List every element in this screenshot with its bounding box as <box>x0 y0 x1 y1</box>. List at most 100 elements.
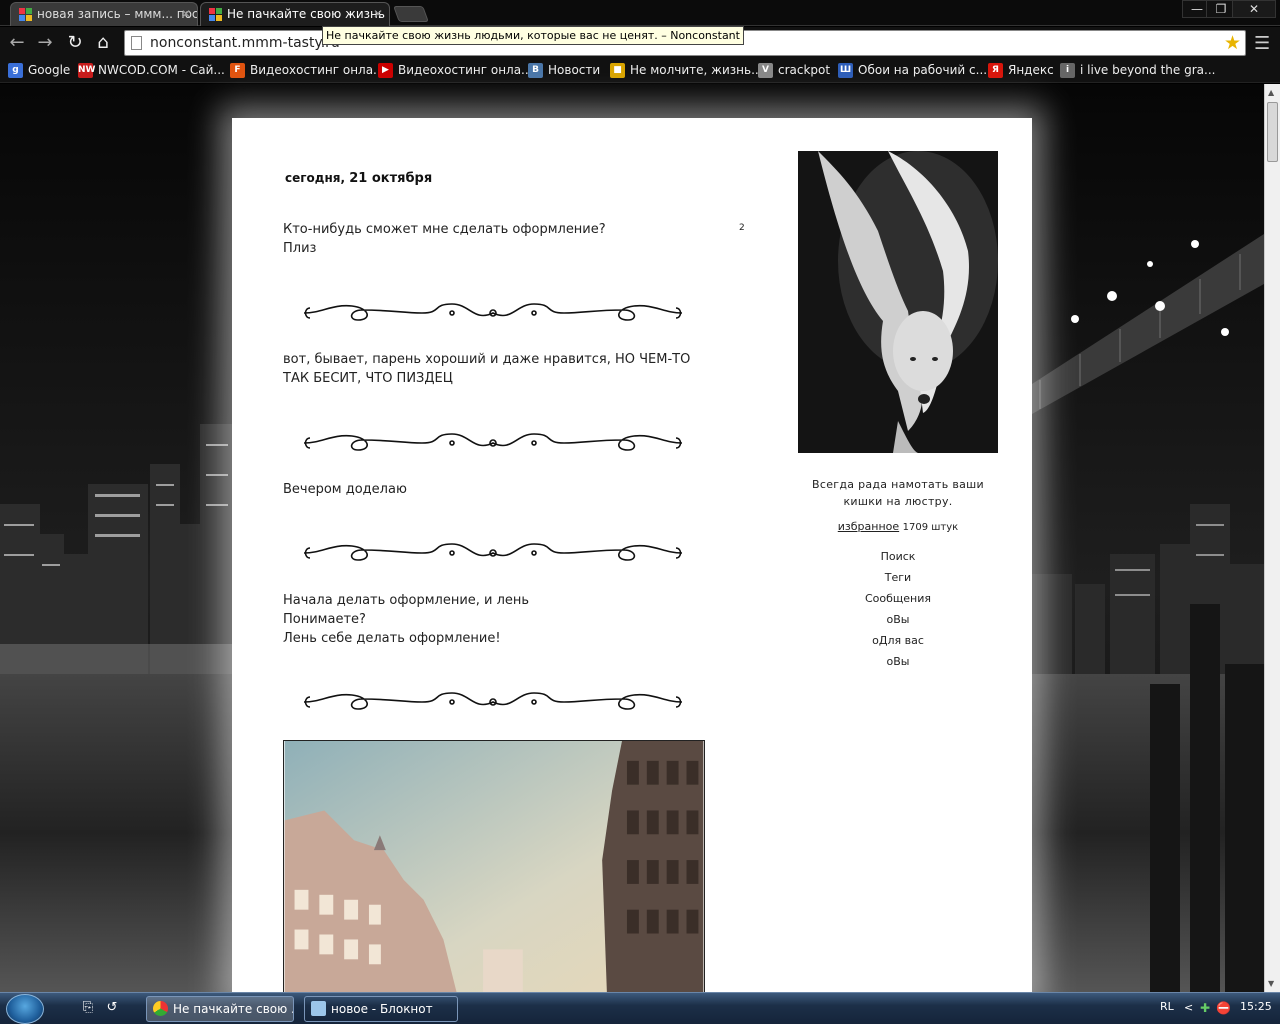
bookmark-label: Google <box>28 63 71 77</box>
notepad-icon <box>311 1001 326 1016</box>
wolf-avatar-image <box>798 151 998 453</box>
tray-expand-icon[interactable]: < <box>1184 1001 1193 1014</box>
language-indicator[interactable]: RL <box>1160 1000 1174 1013</box>
favorites: избранное 1709 штук <box>792 520 1004 533</box>
blog-post: вот, бывает, парень хороший и даже нрави… <box>283 350 723 388</box>
tab-title: новая запись – ммм... пос <box>37 7 198 21</box>
yandex-icon: Я <box>988 63 1003 78</box>
scroll-down-arrow-icon[interactable]: ▼ <box>1268 979 1274 988</box>
post-line: Лень себе делать оформление! <box>283 631 501 646</box>
bookmark-label: i live beyond the gra... <box>1080 63 1216 77</box>
bookmark-item[interactable]: Я Яндекс <box>988 62 1054 78</box>
bookmark-label: Не молчите, жизнь... <box>630 63 763 77</box>
ornamental-divider <box>303 433 683 451</box>
bookmark-item[interactable]: i i live beyond the gra... <box>1060 62 1215 78</box>
bookmark-label: Обои на рабочий с... <box>858 63 988 77</box>
crackpot-icon: V <box>758 63 773 78</box>
bookmark-item[interactable]: Ш Обои на рабочий с... <box>838 62 987 78</box>
url-text[interactable]: nonconstant.mmm-tasty.ru <box>150 35 340 51</box>
google-icon: g <box>8 63 23 78</box>
sidebar: Всегда рада намотать ваши кишки на люстр… <box>792 476 1004 675</box>
blog-post: Кто-нибудь сможет мне сделать оформление… <box>283 220 713 258</box>
forward-arrow-icon[interactable]: → <box>32 31 58 55</box>
tasty-favicon-icon <box>209 8 222 21</box>
blog-card: сегодня, 21 октября 2 Кто-нибудь сможет … <box>232 118 1032 1000</box>
youtube-icon: ▶ <box>378 63 393 78</box>
bookmark-label: Новости <box>548 63 601 77</box>
scrollbar-thumb[interactable] <box>1267 102 1278 162</box>
quicklaunch-app-icon[interactable]: ⎘ <box>80 1000 96 1016</box>
wrench-menu-icon[interactable]: ☰ <box>1254 33 1270 54</box>
tasty-favicon-icon <box>19 8 32 21</box>
menu-item-you-2[interactable]: оВы <box>792 654 1004 675</box>
sidebar-motto: Всегда рада намотать ваши кишки на люстр… <box>792 476 1004 510</box>
menu-item-messages[interactable]: Сообщения <box>792 591 1004 612</box>
blog-post: Начала делать оформление, и лень Понимае… <box>283 591 713 648</box>
favorites-count: 1709 штук <box>902 522 959 533</box>
post-line: Плиз <box>283 241 317 256</box>
bookmark-item[interactable]: g Google <box>8 62 70 78</box>
bookmark-star-icon[interactable]: ★ <box>1224 32 1241 54</box>
blog-icon: i <box>1060 63 1075 78</box>
tray-network-icon[interactable]: ✚ <box>1200 1001 1210 1015</box>
tab-title: Не пачкайте свою жизнь <box>227 7 385 21</box>
bookmark-item[interactable]: Vcrackpot <box>758 62 830 78</box>
tab-close-icon[interactable]: ✕ <box>373 3 383 25</box>
taskbar-label: новое - Блокнот <box>331 1002 433 1016</box>
tray-security-icon[interactable]: ⛔ <box>1216 1001 1231 1015</box>
post-line: Начала делать оформление, и лень <box>283 593 530 608</box>
post-line: Кто-нибудь сможет мне сделать оформление… <box>283 222 606 237</box>
menu-item-search[interactable]: Поиск <box>792 549 1004 570</box>
start-button[interactable] <box>6 994 44 1024</box>
home-icon[interactable]: ⌂ <box>90 31 116 55</box>
vertical-scrollbar[interactable]: ▲ ▼ <box>1264 84 1280 992</box>
vk-icon: В <box>528 63 543 78</box>
bookmark-item[interactable]: NW NWCOD.COM - Сай... <box>78 62 225 78</box>
bookmark-item[interactable]: F Видеохостинг онла... <box>230 62 385 78</box>
comment-count[interactable]: 2 <box>739 223 745 233</box>
nwcod-icon: NW <box>78 63 95 78</box>
ornamental-divider <box>303 543 683 561</box>
menu-item-for-you[interactable]: оДля вас <box>792 633 1004 654</box>
clock[interactable]: 15:25 <box>1240 1000 1272 1013</box>
tasty-icon: ■ <box>610 63 625 78</box>
close-window-button[interactable]: ✕ <box>1232 0 1276 18</box>
tab-tooltip: Не пачкайте свою жизнь людьми, которые в… <box>322 26 744 45</box>
date-prefix: сегодня, <box>285 171 346 185</box>
sidebar-menu: Поиск Теги Сообщения оВы оДля вас оВы <box>792 549 1004 675</box>
ornamental-divider <box>303 692 683 710</box>
post-line: вот, бывает, парень хороший и даже нрави… <box>283 352 691 367</box>
bookmark-item[interactable]: В Новости <box>528 62 600 78</box>
bookmark-label: crackpot <box>778 63 831 77</box>
bookmark-item[interactable]: ■ Не молчите, жизнь... <box>610 62 763 78</box>
video-f-icon: F <box>230 63 245 78</box>
motto-line: кишки на люстру. <box>843 495 953 508</box>
favorites-link[interactable]: избранное <box>838 520 899 533</box>
menu-item-tags[interactable]: Теги <box>792 570 1004 591</box>
tab-nonconstant[interactable]: Не пачкайте свою жизнь ✕ <box>200 2 390 26</box>
post-line: ТАК БЕСИТ, ЧТО ПИЗДЕЦ <box>283 371 453 386</box>
bookmark-label: Видеохостинг онла... <box>398 63 533 77</box>
scroll-up-arrow-icon[interactable]: ▲ <box>1268 88 1274 97</box>
tab-close-icon[interactable]: ✕ <box>181 3 191 25</box>
menu-item-you[interactable]: оВы <box>792 612 1004 633</box>
motto-line: Всегда рада намотать ваши <box>812 478 984 491</box>
wallpaper-icon: Ш <box>838 63 853 78</box>
new-tab-button[interactable] <box>393 6 429 22</box>
bookmark-item[interactable]: ▶ Видеохостинг онла... <box>378 62 533 78</box>
ornamental-divider <box>303 303 683 321</box>
reload-icon[interactable]: ↻ <box>62 31 88 55</box>
tab-new-post[interactable]: новая запись – ммм... пос ✕ <box>10 2 198 26</box>
post-photo-street[interactable] <box>283 740 705 1000</box>
blog-post: Вечером доделаю <box>283 480 713 499</box>
taskbar-label: Не пачкайте свою ... <box>173 1002 294 1016</box>
quicklaunch-refresh-icon[interactable]: ↺ <box>104 1000 120 1016</box>
post-line: Вечером доделаю <box>283 482 407 497</box>
taskbar-item-notepad[interactable]: новое - Блокнот <box>304 996 458 1022</box>
page-icon <box>131 36 142 50</box>
back-arrow-icon[interactable]: ← <box>4 31 30 55</box>
taskbar-item-chrome[interactable]: Не пачкайте свою ... <box>146 996 294 1022</box>
bookmark-label: Яндекс <box>1008 63 1054 77</box>
bookmark-label: NWCOD.COM - Сай... <box>98 63 225 77</box>
post-date: сегодня, 21 октября <box>285 171 432 186</box>
